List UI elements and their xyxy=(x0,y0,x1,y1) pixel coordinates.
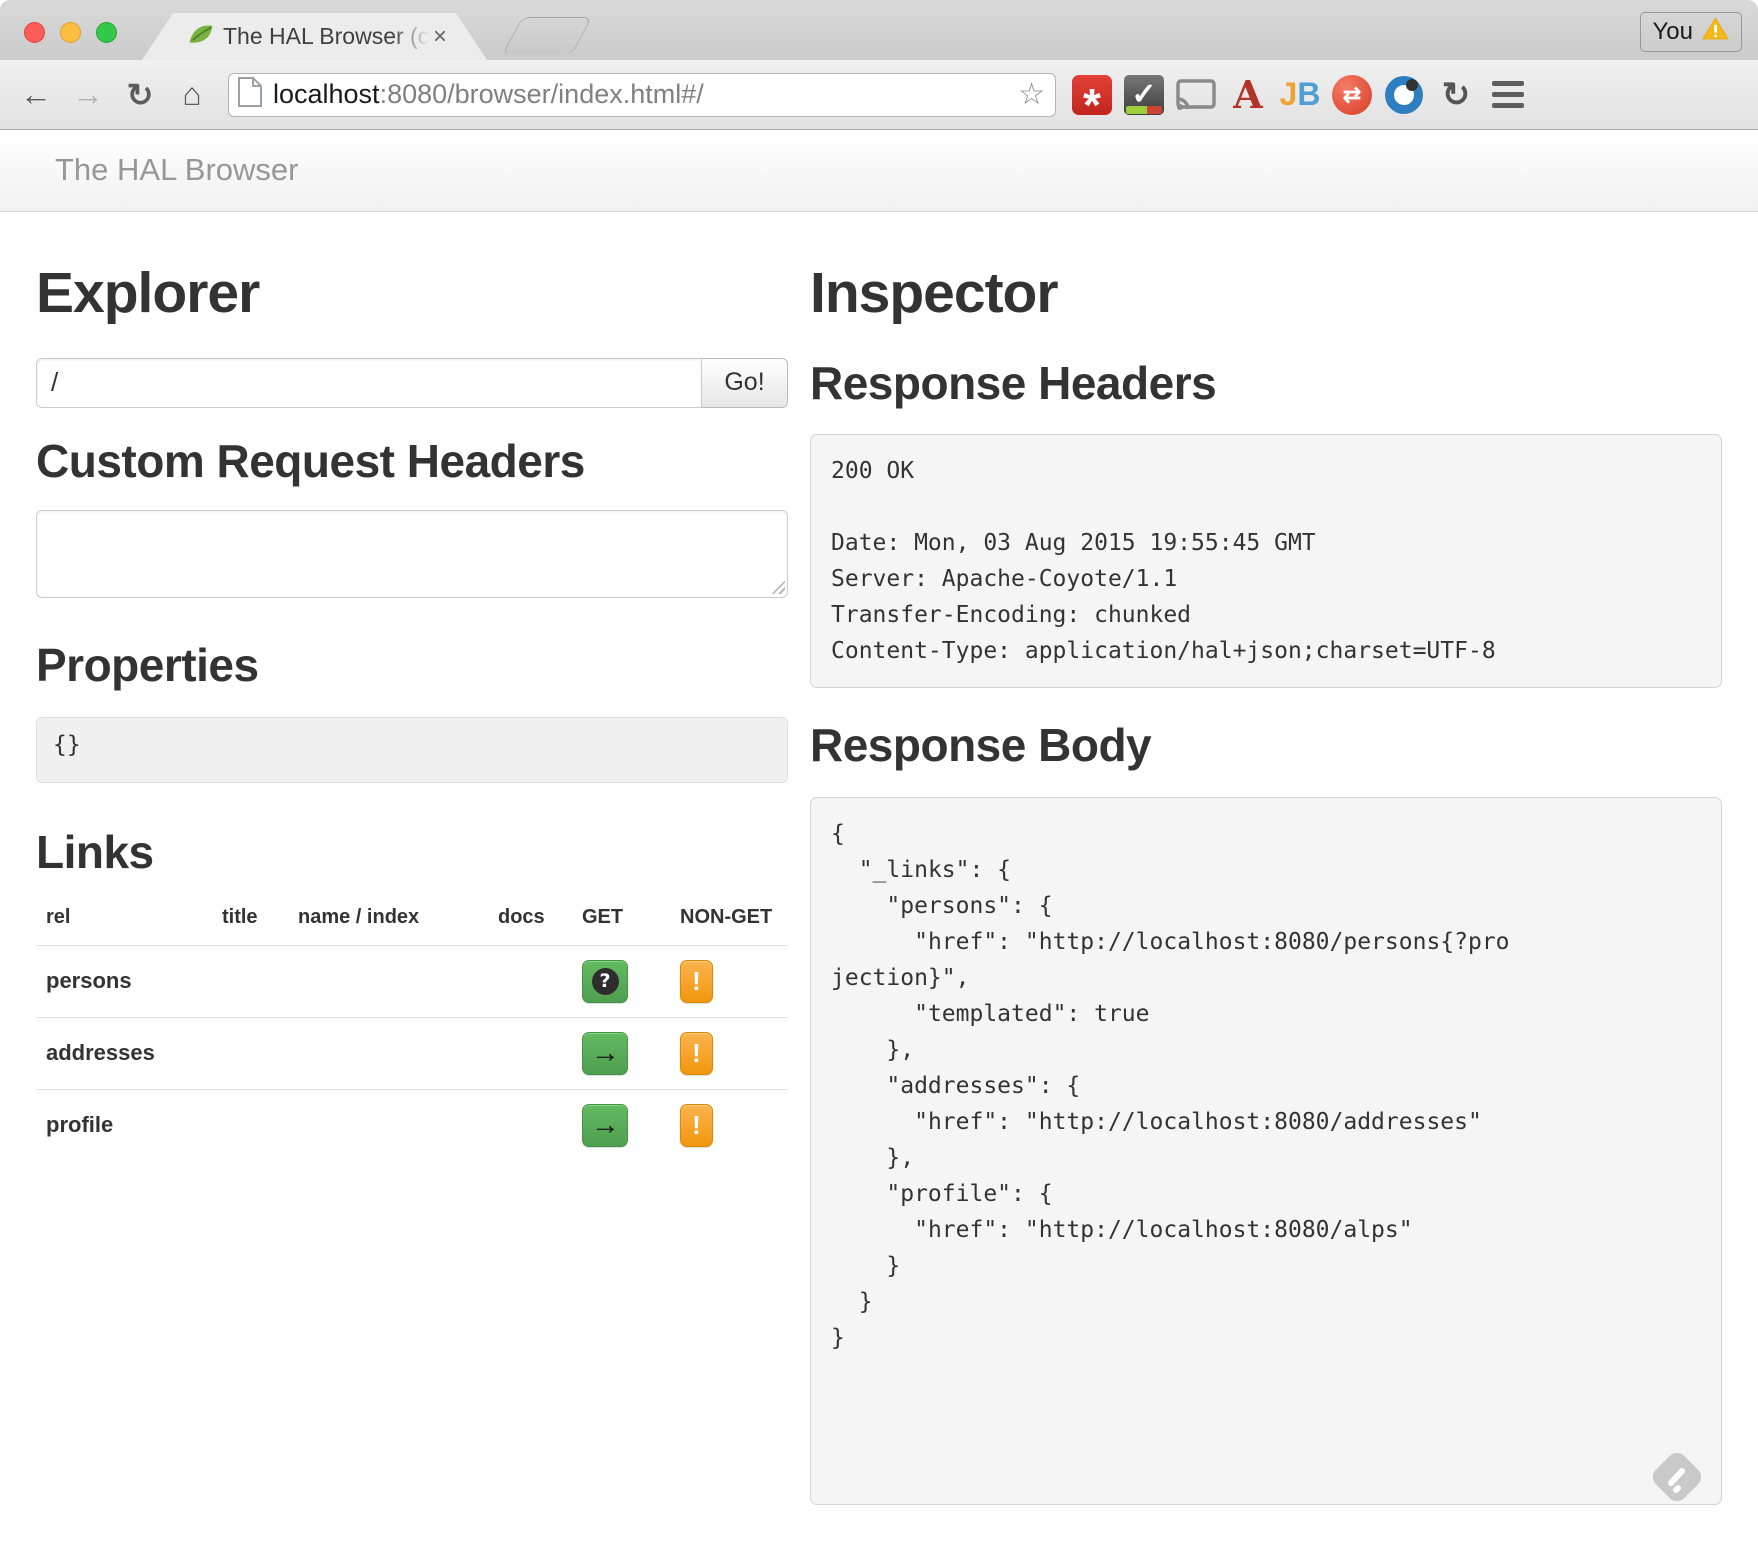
explorer-address-input[interactable] xyxy=(36,358,702,408)
page-icon xyxy=(237,76,263,113)
main-content: Explorer Go! Custom Request Headers Prop… xyxy=(0,212,1758,1505)
table-row: persons ? ! xyxy=(36,945,788,1017)
links-heading: Links xyxy=(36,827,788,878)
go-button[interactable]: Go! xyxy=(702,358,788,408)
nonget-button-addresses[interactable]: ! xyxy=(680,1032,713,1075)
col-docs: docs xyxy=(488,890,572,946)
link-rel-persons: persons xyxy=(36,945,212,1017)
browser-tab[interactable]: The HAL Browser (customiz × xyxy=(142,13,487,60)
blue-circle-extension-icon[interactable] xyxy=(1382,73,1426,117)
page-title: The HAL Browser xyxy=(0,130,1758,210)
exclamation-icon: ! xyxy=(692,1110,701,1141)
minimize-window-button[interactable] xyxy=(60,22,81,43)
custom-headers-textarea[interactable] xyxy=(36,510,788,598)
swap-arrows-extension-icon[interactable]: ⇄ xyxy=(1330,73,1374,117)
response-body-box: { "_links": { "persons": { "href": "http… xyxy=(810,797,1722,1505)
links-table: rel title name / index docs GET NON-GET … xyxy=(36,890,788,1161)
profile-label: You xyxy=(1653,18,1694,46)
feedly-watermark-icon[interactable] xyxy=(1648,1448,1706,1511)
table-row: profile → ! xyxy=(36,1089,788,1161)
col-title: title xyxy=(212,890,288,946)
browser-window: The HAL Browser (customiz × You ← → ↻ ⌂ … xyxy=(0,0,1758,1542)
bookmark-star-icon[interactable]: ☆ xyxy=(1018,77,1045,112)
browser-toolbar: ← → ↻ ⌂ localhost:8080/browser/index.htm… xyxy=(0,60,1758,130)
col-get: GET xyxy=(572,890,670,946)
inspector-panel: Inspector Response Headers 200 OK Date: … xyxy=(810,212,1722,1505)
exclamation-icon: ! xyxy=(692,966,701,997)
link-rel-profile: profile xyxy=(36,1089,212,1161)
response-headers-box: 200 OK Date: Mon, 03 Aug 2015 19:55:45 G… xyxy=(810,434,1722,688)
session-sync-extension-icon[interactable]: ↻ xyxy=(1434,73,1478,117)
page-navbar: The HAL Browser xyxy=(0,130,1758,212)
spring-leaf-favicon xyxy=(183,18,216,55)
back-button[interactable]: ← xyxy=(14,73,58,117)
exclamation-icon: ! xyxy=(692,1038,701,1069)
forward-button[interactable]: → xyxy=(66,73,110,117)
links-header-row: rel title name / index docs GET NON-GET xyxy=(36,890,788,946)
url-text[interactable]: localhost:8080/browser/index.html#/ xyxy=(273,79,1008,110)
response-body-text: { "_links": { "persons": { "href": "http… xyxy=(831,816,1515,1356)
nonget-button-persons[interactable]: ! xyxy=(680,960,713,1003)
warning-icon xyxy=(1702,17,1729,47)
profile-button[interactable]: You xyxy=(1640,12,1743,52)
reload-button[interactable]: ↻ xyxy=(118,73,162,117)
checkmark-extension-icon[interactable]: ✓ xyxy=(1122,73,1166,117)
tab-close-icon[interactable]: × xyxy=(433,25,447,49)
jb-extension-icon[interactable]: JB xyxy=(1278,73,1322,117)
new-tab-button[interactable] xyxy=(502,17,592,55)
address-bar[interactable]: localhost:8080/browser/index.html#/ ☆ xyxy=(228,73,1056,117)
tab-title: The HAL Browser (customiz xyxy=(223,23,429,50)
close-window-button[interactable] xyxy=(24,22,45,43)
url-path: :8080/browser/index.html#/ xyxy=(380,79,704,109)
table-row: addresses → ! xyxy=(36,1017,788,1089)
letter-a-extension-icon[interactable]: A xyxy=(1226,73,1270,117)
get-button-profile[interactable]: → xyxy=(582,1104,628,1147)
inspector-heading: Inspector xyxy=(810,264,1722,324)
nonget-button-profile[interactable]: ! xyxy=(680,1104,713,1147)
lastpass-extension-icon[interactable]: * xyxy=(1070,73,1114,117)
cast-icon[interactable] xyxy=(1174,73,1218,117)
home-button[interactable]: ⌂ xyxy=(170,73,214,117)
explorer-heading: Explorer xyxy=(36,264,788,324)
explorer-panel: Explorer Go! Custom Request Headers Prop… xyxy=(36,212,788,1505)
col-name-index: name / index xyxy=(288,890,488,946)
col-nonget: NON-GET xyxy=(670,890,788,946)
properties-value: {} xyxy=(36,717,788,783)
tab-strip: The HAL Browser (customiz × You xyxy=(0,0,1758,60)
link-rel-addresses: addresses xyxy=(36,1017,212,1089)
arrow-right-icon: → xyxy=(591,1039,619,1067)
custom-request-headers-heading: Custom Request Headers xyxy=(36,436,788,487)
zoom-window-button[interactable] xyxy=(96,22,117,43)
explorer-address-row: Go! xyxy=(36,358,788,408)
window-controls xyxy=(24,22,117,43)
arrow-right-icon: → xyxy=(591,1111,619,1139)
col-rel: rel xyxy=(36,890,212,946)
browser-menu-button[interactable] xyxy=(1486,73,1530,117)
custom-headers-field-wrap xyxy=(36,510,788,598)
url-host: localhost xyxy=(273,79,380,109)
question-icon: ? xyxy=(592,968,619,995)
get-button-addresses[interactable]: → xyxy=(582,1032,628,1075)
response-headers-heading: Response Headers xyxy=(810,358,1722,409)
get-button-persons[interactable]: ? xyxy=(582,960,628,1003)
properties-heading: Properties xyxy=(36,640,788,691)
response-body-heading: Response Body xyxy=(810,720,1722,771)
response-headers-text: 200 OK Date: Mon, 03 Aug 2015 19:55:45 G… xyxy=(831,453,1701,669)
